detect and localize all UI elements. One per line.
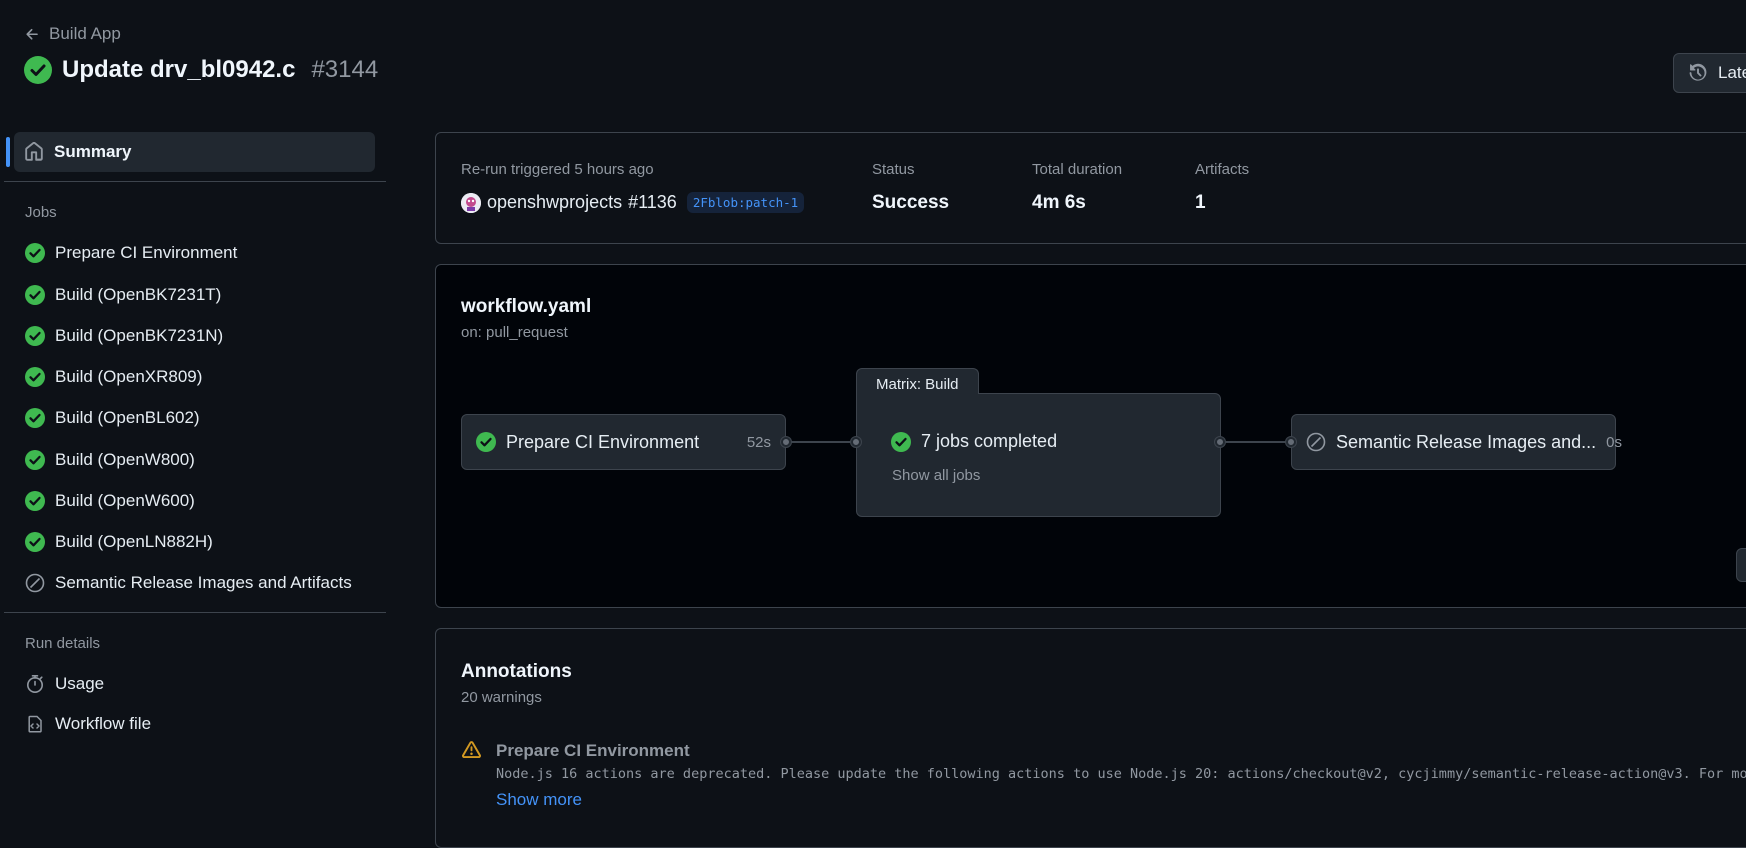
graph-connector	[1221, 441, 1291, 443]
graph-job-label: Semantic Release Images and...	[1336, 431, 1597, 452]
sidebar-workflow-file-label: Workflow file	[55, 714, 152, 733]
status-value: Success	[872, 192, 950, 213]
skipped-icon	[1306, 432, 1326, 452]
graph-job-duration: 52s	[746, 433, 771, 451]
graph-job-duration: 0s	[1606, 433, 1622, 451]
show-all-jobs-link[interactable]: Show all jobs	[892, 467, 980, 484]
graph-job-semantic-release[interactable]: Semantic Release Images and... 0s	[1291, 414, 1622, 470]
annotations-title: Annotations	[461, 661, 572, 682]
sidebar-job-openw600[interactable]: Build (OpenW600)	[25, 489, 195, 513]
check-circle-icon	[25, 450, 45, 470]
nav-summary[interactable]: Summary	[14, 132, 375, 172]
show-more-link[interactable]: Show more	[496, 790, 582, 810]
back-link-label: Build App	[49, 24, 121, 43]
run-number: #3144	[311, 56, 379, 83]
skipped-icon	[25, 573, 45, 593]
user-avatar-icon	[461, 192, 481, 213]
graph-port	[781, 437, 791, 447]
matrix-group[interactable]	[856, 393, 1221, 517]
check-circle-icon	[25, 367, 45, 387]
workflow-trigger: on: pull_request	[461, 324, 568, 341]
check-circle-icon	[891, 431, 911, 452]
actor-link[interactable]: openshwprojects	[487, 192, 622, 213]
jobs-heading: Jobs	[25, 204, 57, 221]
check-circle-icon	[24, 56, 52, 84]
arrow-left-icon	[26, 28, 38, 40]
sidebar-workflow-file[interactable]: Workflow file	[25, 712, 151, 736]
check-circle-icon	[25, 285, 45, 305]
sidebar-job-openbk7231n[interactable]: Build (OpenBK7231N)	[25, 324, 223, 348]
graph-port	[851, 437, 861, 447]
home-icon	[25, 142, 43, 161]
graph-connector	[786, 441, 856, 443]
sidebar-divider	[4, 612, 386, 613]
branch-badge[interactable]: 2Fblob:patch-1	[686, 192, 805, 213]
check-circle-icon	[25, 243, 45, 263]
sidebar-job-openln882h[interactable]: Build (OpenLN882H)	[25, 530, 213, 554]
workflow-file-name: workflow.yaml	[461, 296, 592, 317]
annotation-job-link[interactable]: Prepare CI Environment	[496, 741, 690, 761]
back-link[interactable]: Build App	[24, 24, 121, 44]
sidebar-job-label: Build (OpenW600)	[55, 491, 195, 510]
latest-button-label: Latest	[1718, 63, 1746, 82]
sidebar-job-openxr809[interactable]: Build (OpenXR809)	[25, 365, 202, 389]
sidebar-job-openbk7231t[interactable]: Build (OpenBK7231T)	[25, 283, 221, 307]
avatar	[461, 192, 481, 213]
trigger-details: openshwprojects #1136 2Fblob:patch-1	[461, 192, 805, 213]
sidebar-usage[interactable]: Usage	[25, 672, 104, 696]
sidebar-job-label: Prepare CI Environment	[55, 243, 238, 262]
check-circle-icon	[476, 432, 496, 452]
graph-port	[1286, 437, 1296, 447]
workflow-file-icon	[28, 715, 42, 733]
run-title: Update drv_bl0942.c	[62, 56, 296, 83]
matrix-summary[interactable]: 7 jobs completed	[891, 431, 1057, 452]
status-label: Status	[872, 161, 915, 178]
sidebar-job-label: Semantic Release Images and Artifacts	[55, 573, 352, 592]
stopwatch-icon	[27, 675, 43, 693]
run-summary-card	[435, 132, 1746, 244]
sidebar-job-openbl602[interactable]: Build (OpenBL602)	[25, 406, 200, 430]
sidebar-job-label: Build (OpenW800)	[55, 450, 195, 469]
sidebar-job-semantic-release[interactable]: Semantic Release Images and Artifacts	[25, 571, 352, 595]
matrix-tab-join	[857, 390, 978, 396]
duration-label: Total duration	[1032, 161, 1123, 178]
sidebar-job-label: Build (OpenLN882H)	[55, 532, 213, 551]
annotations-count: 20 warnings	[461, 689, 542, 706]
sidebar-job-openw800[interactable]: Build (OpenW800)	[25, 448, 195, 472]
graph-zoom-control[interactable]	[1736, 548, 1746, 582]
history-icon	[1689, 63, 1707, 81]
active-nav-indicator	[6, 137, 10, 167]
sidebar-job-prepare-ci[interactable]: Prepare CI Environment	[25, 241, 237, 265]
nav-summary-label: Summary	[54, 142, 132, 161]
check-circle-icon	[25, 408, 45, 428]
sidebar-job-label: Build (OpenBK7231T)	[55, 285, 222, 304]
matrix-summary-label: 7 jobs completed	[921, 431, 1058, 451]
graph-job-label: Prepare CI Environment	[506, 431, 700, 452]
run-details-heading: Run details	[25, 635, 101, 652]
annotation-message: Node.js 16 actions are deprecated. Pleas…	[496, 766, 1746, 782]
trigger-label: Re-run triggered 5 hours ago	[461, 161, 654, 178]
graph-port	[1215, 437, 1225, 447]
sidebar-job-label: Build (OpenXR809)	[55, 367, 203, 386]
annotations-card	[435, 628, 1746, 848]
check-circle-icon	[25, 532, 45, 552]
check-circle-icon	[25, 491, 45, 511]
duration-value: 4m 6s	[1032, 192, 1086, 213]
alert-icon	[462, 741, 481, 759]
sidebar-usage-label: Usage	[55, 674, 105, 693]
page-title: Update drv_bl0942.c #3144	[24, 56, 378, 84]
artifacts-value[interactable]: 1	[1195, 192, 1206, 214]
check-circle-icon	[25, 326, 45, 346]
sidebar-job-label: Build (OpenBL602)	[55, 408, 200, 427]
sidebar-job-label: Build (OpenBK7231N)	[55, 326, 224, 345]
latest-button[interactable]: Latest	[1673, 53, 1746, 93]
sidebar-divider	[4, 181, 386, 182]
pr-link[interactable]: #1136	[628, 192, 677, 213]
artifacts-label: Artifacts	[1195, 161, 1250, 178]
graph-job-prepare-ci[interactable]: Prepare CI Environment 52s	[461, 414, 786, 470]
